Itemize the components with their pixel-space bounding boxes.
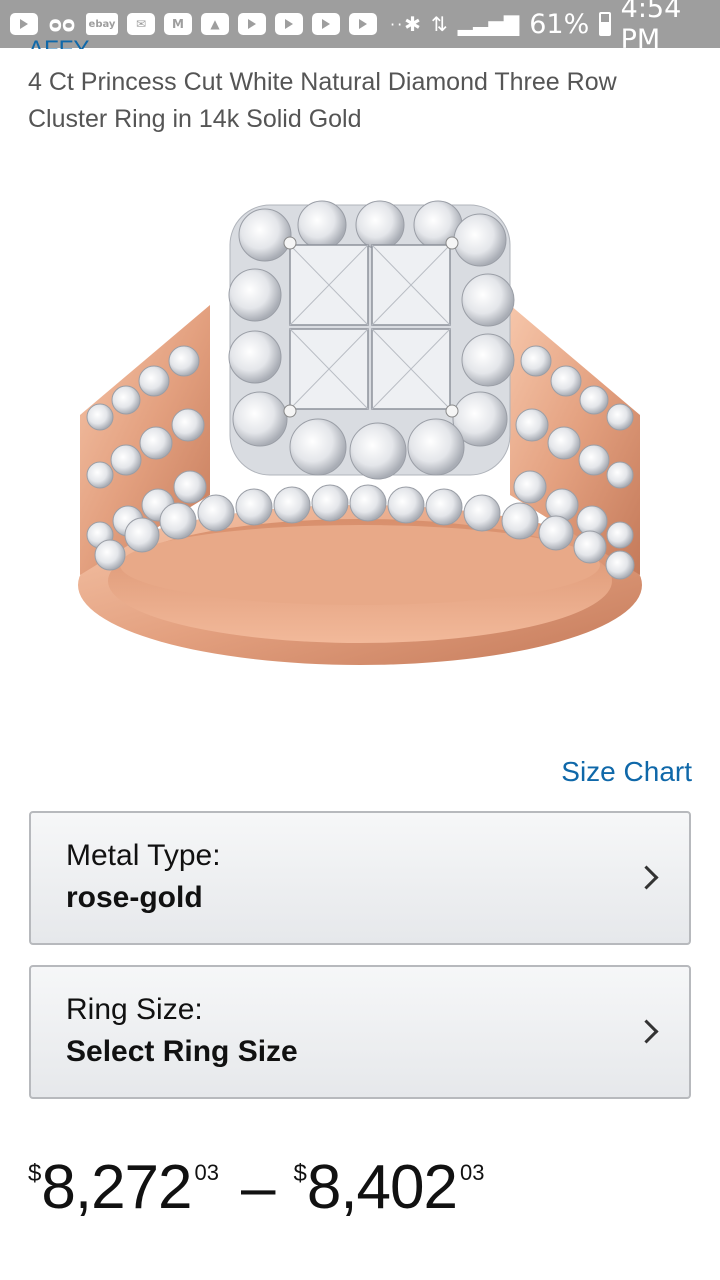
metal-type-label: Metal Type:	[66, 839, 221, 872]
ring-illustration	[78, 200, 642, 665]
youtube-icon	[238, 13, 266, 35]
youtube-icon	[312, 13, 340, 35]
price-separator: –	[241, 1153, 276, 1222]
ring-size-value: Select Ring Size	[66, 1035, 298, 1068]
clock: 4:54 PM	[620, 0, 682, 55]
system-status: ✱ ⇅ ▂▃▅▇ 61% 4:54 PM	[404, 0, 710, 55]
price-low-fraction: 03	[194, 1160, 219, 1185]
bluetooth-icon: ✱	[404, 12, 421, 36]
metal-type-value: rose-gold	[66, 881, 203, 914]
brand-link[interactable]: AFFY	[28, 33, 89, 49]
battery-percent: 61%	[529, 8, 590, 40]
notification-icons: ᴑᴑ ebay ✉ M ▲ ··	[10, 12, 405, 36]
gmail-icon: M	[164, 13, 192, 35]
youtube-icon	[349, 13, 377, 35]
battery-icon	[599, 12, 611, 36]
product-title: 4 Ct Princess Cut White Natural Diamond …	[28, 68, 617, 133]
signal-icon: ▂▃▅▇	[457, 12, 520, 36]
price-low-currency: $	[28, 1160, 42, 1187]
chevron-right-icon	[634, 865, 659, 890]
price-low-whole: 8,272	[41, 1153, 192, 1222]
youtube-icon	[275, 13, 303, 35]
price-range: $ 8,272 03 – $ 8,402 03	[28, 1148, 484, 1228]
price-high-currency: $	[293, 1160, 307, 1187]
size-chart-link[interactable]: Size Chart	[561, 756, 692, 788]
more-notifications-icon: ··	[390, 14, 405, 34]
metal-type-selector[interactable]: Metal Type: rose-gold	[29, 811, 691, 945]
lte-icon: ⇅	[430, 12, 448, 36]
ebay-icon: ebay	[86, 13, 118, 35]
product-image[interactable]	[60, 185, 660, 685]
status-bar: ᴑᴑ ebay ✉ M ▲ ·· ✱ ⇅ ▂▃▅▇ 61% 4:54 PM	[0, 0, 720, 55]
youtube-icon	[10, 13, 38, 35]
price-high-fraction: 03	[460, 1160, 485, 1185]
voicemail-icon: ᴑᴑ	[48, 12, 76, 36]
ring-size-label: Ring Size:	[66, 993, 203, 1026]
gallery-icon: ▲	[201, 13, 229, 35]
chevron-right-icon	[634, 1019, 659, 1044]
price-high-whole: 8,402	[306, 1153, 458, 1222]
email-icon: ✉	[127, 13, 155, 35]
ring-size-selector[interactable]: Ring Size: Select Ring Size	[29, 965, 691, 1099]
